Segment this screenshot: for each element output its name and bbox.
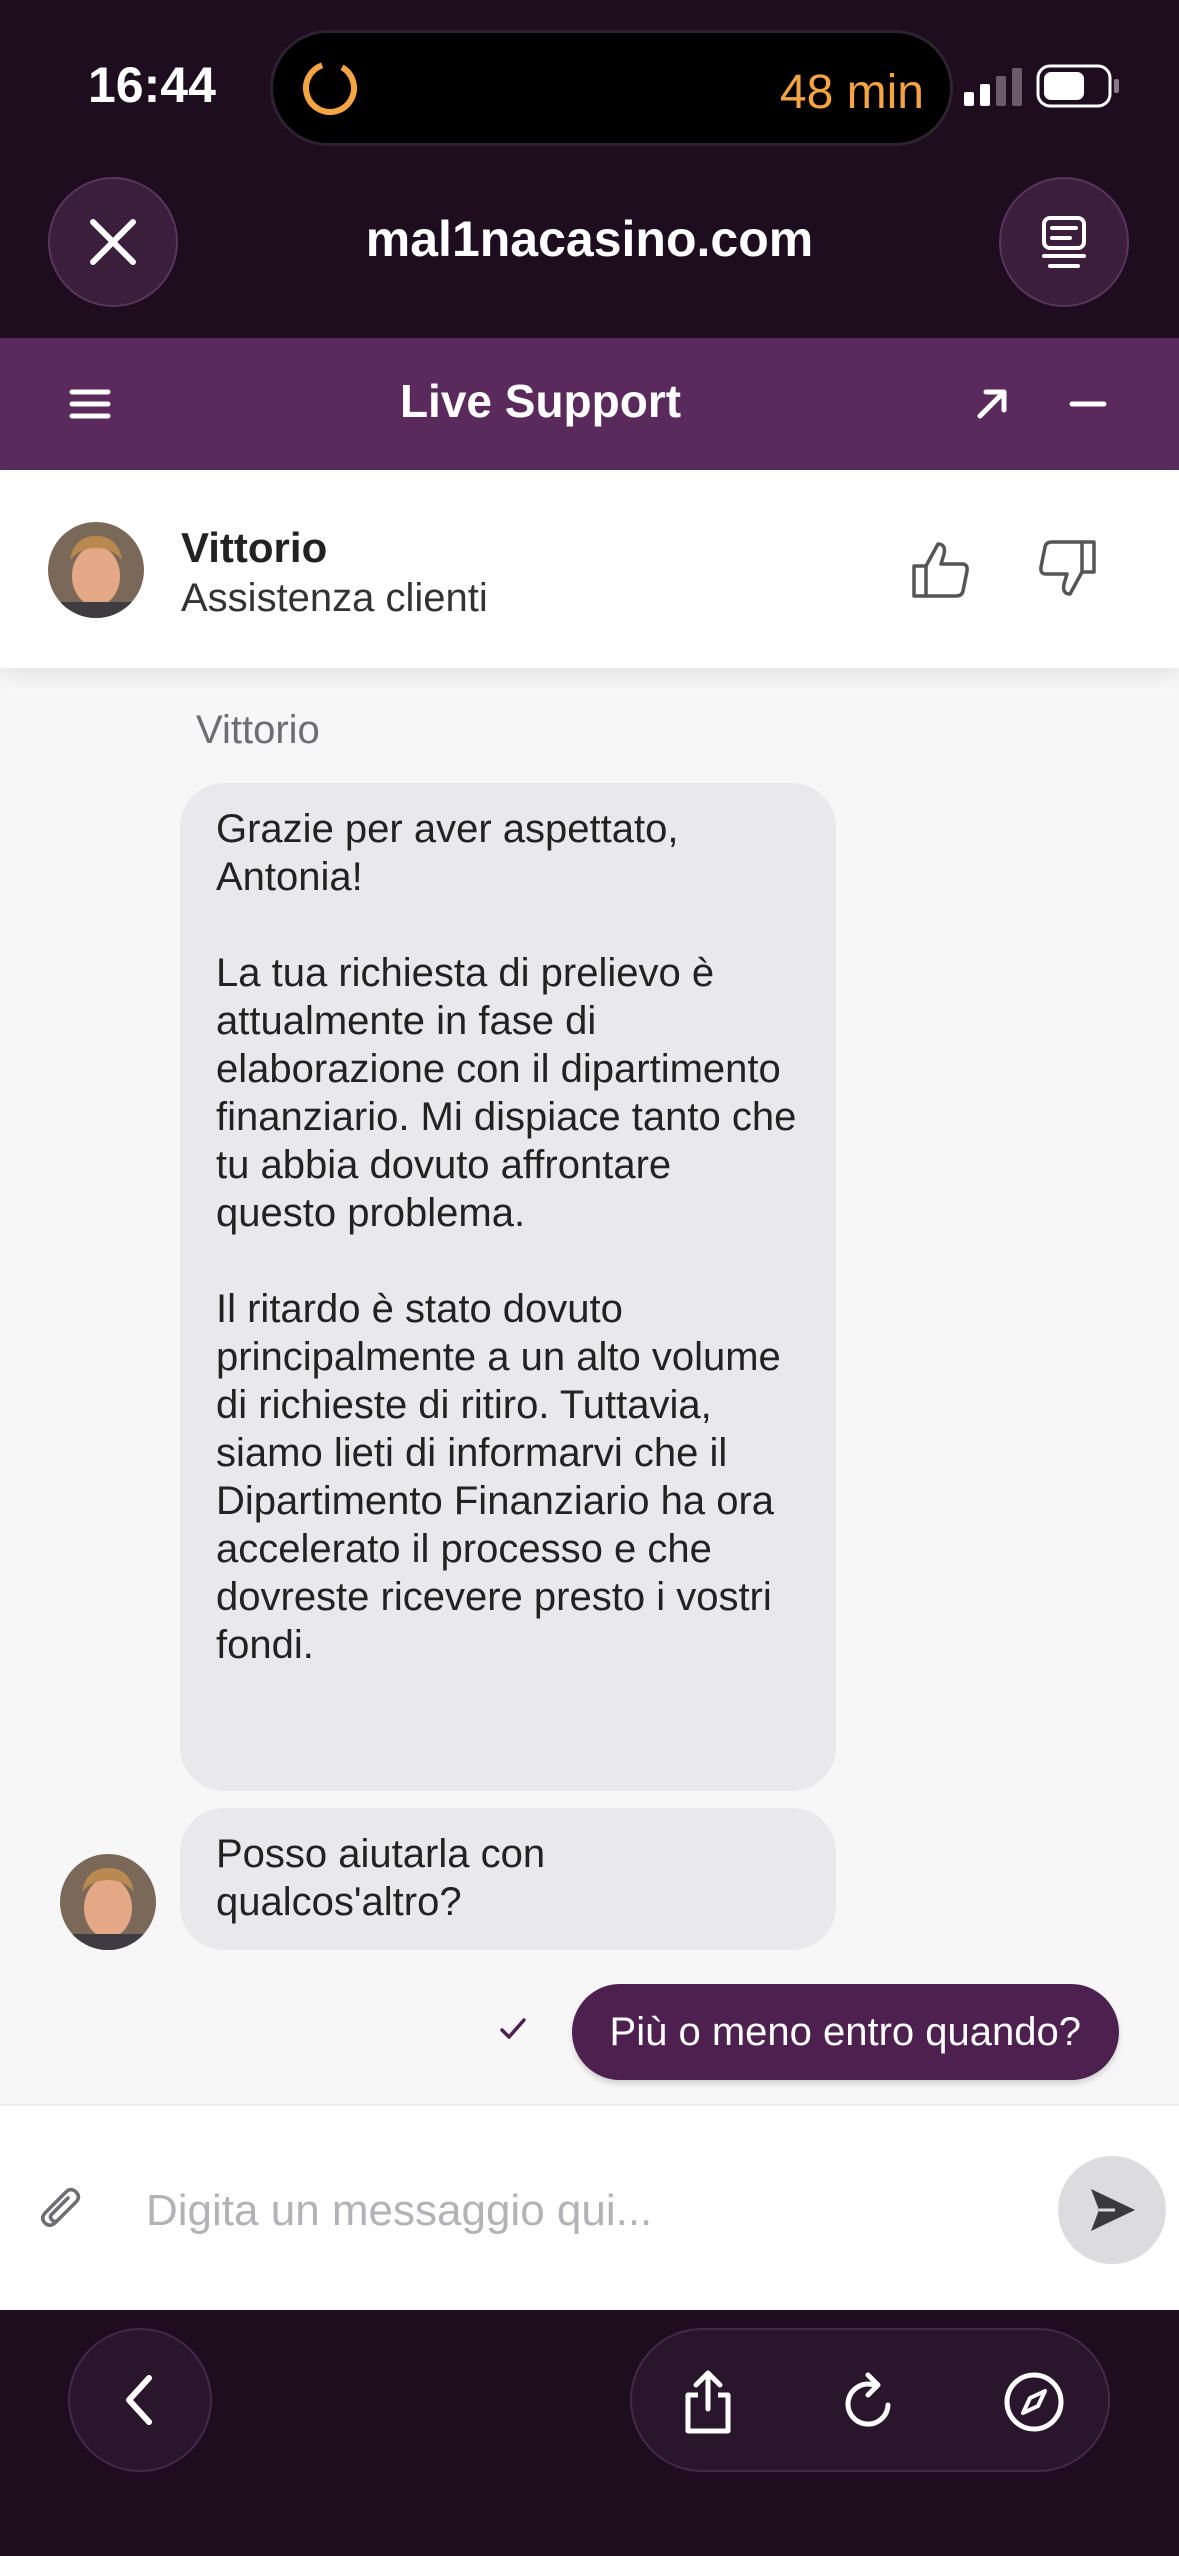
reader-mode-icon xyxy=(1042,216,1086,268)
chevron-left-icon xyxy=(126,2375,152,2425)
agent-avatar xyxy=(48,522,144,618)
minimize-icon xyxy=(1069,401,1107,407)
popout-button[interactable] xyxy=(960,372,1024,436)
compass-button[interactable] xyxy=(1002,2370,1066,2434)
timer-ring-icon xyxy=(303,61,357,115)
agent-role: Assistenza clienti xyxy=(181,576,488,620)
share-button[interactable] xyxy=(676,2370,740,2434)
agent-avatar xyxy=(60,1854,156,1950)
agent-message-bubble: Grazie per aver aspettato, Antonia! La t… xyxy=(180,783,836,1791)
support-title: Live Support xyxy=(399,375,682,427)
reader-mode-button[interactable] xyxy=(999,177,1129,307)
compass-icon xyxy=(1004,2372,1064,2432)
reload-button[interactable] xyxy=(838,2370,902,2434)
send-icon xyxy=(1091,2189,1135,2231)
arrow-up-right-icon xyxy=(977,389,1007,419)
read-check-icon xyxy=(500,2018,526,2039)
message-sender-label: Vittorio xyxy=(196,708,320,752)
thumbs-down-icon[interactable] xyxy=(1034,536,1100,602)
status-bar: 16:44 48 min xyxy=(0,0,1179,170)
chat-area[interactable]: Vittorio Grazie per aver aspettato, Anto… xyxy=(0,668,1179,2104)
battery-icon xyxy=(1036,64,1119,108)
share-icon xyxy=(685,2370,731,2434)
browser-tools xyxy=(630,2328,1110,2472)
agent-header: Vittorio Assistenza clienti xyxy=(0,470,1179,668)
paperclip-icon[interactable] xyxy=(36,2182,86,2238)
browser-toolbar xyxy=(0,2310,1179,2556)
message-input[interactable] xyxy=(146,2176,1026,2246)
send-button[interactable] xyxy=(1058,2156,1166,2264)
agent-message-bubble: Posso aiutarla con qualcos'altro? xyxy=(180,1808,836,1950)
back-button[interactable] xyxy=(68,2328,212,2472)
minimize-button[interactable] xyxy=(1056,372,1120,436)
reload-icon xyxy=(845,2372,891,2427)
dynamic-island[interactable]: 48 min xyxy=(270,30,953,146)
status-time: 16:44 xyxy=(88,57,216,113)
user-message-bubble: Più o meno entro quando? xyxy=(571,1984,1119,2080)
signal-icon xyxy=(964,68,1022,106)
timer-text: 48 min xyxy=(779,66,924,119)
agent-name: Vittorio xyxy=(181,524,328,571)
live-support-bar: Live Support xyxy=(0,338,1179,470)
browser-header: mal1nacasino.com xyxy=(0,170,1179,338)
thumbs-up-icon[interactable] xyxy=(908,536,974,602)
message-composer xyxy=(0,2104,1179,2310)
